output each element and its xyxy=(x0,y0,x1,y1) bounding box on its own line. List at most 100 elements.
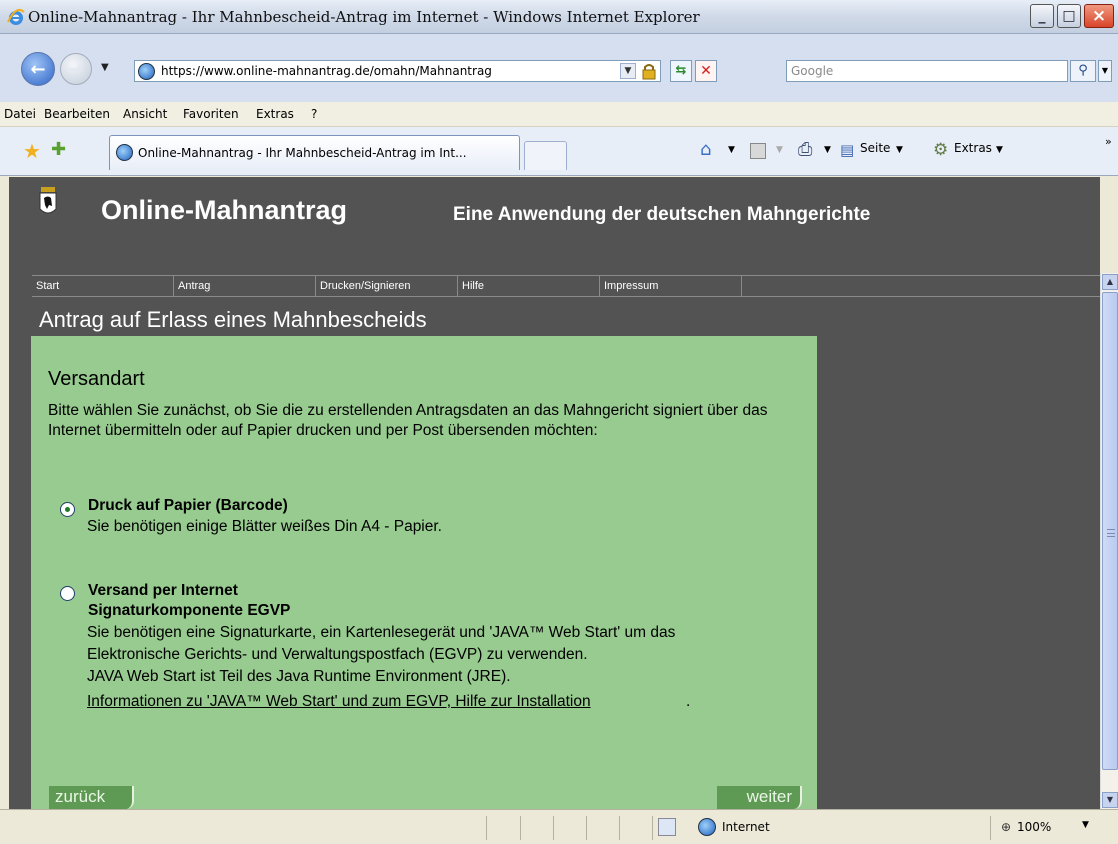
feeds-icon[interactable] xyxy=(750,143,766,159)
refresh-button[interactable]: ⇆ xyxy=(670,60,692,82)
tab-site-icon xyxy=(116,144,133,161)
window-frame-left xyxy=(0,177,9,809)
page-dropdown-icon[interactable]: ▼ xyxy=(896,145,903,155)
print-icon[interactable]: ⎙ xyxy=(798,139,812,160)
scroll-grip-icon xyxy=(1107,529,1115,537)
command-bar: ⌂ ▼ ▼ ⎙ ▼ ▤ Seite ▼ ⚙ Extras ▼ » xyxy=(700,135,1112,163)
search-icon: ⚲ xyxy=(1078,63,1088,78)
link-suffix: . xyxy=(686,693,691,710)
status-divider xyxy=(553,816,554,840)
status-bar: Internet ⊕ 100% ▼ xyxy=(0,809,1118,844)
site-title: Online-Mahnantrag xyxy=(101,195,348,225)
maximize-button[interactable]: □ xyxy=(1057,4,1081,28)
stop-button[interactable]: ✕ xyxy=(695,60,717,82)
status-divider xyxy=(619,816,620,840)
page-heading: Antrag auf Erlass eines Mahnbescheids xyxy=(39,307,427,332)
menu-help[interactable]: ? xyxy=(311,107,317,121)
new-tab-button[interactable] xyxy=(524,141,567,170)
menu-bar: Datei Bearbeiten Ansicht Favoriten Extra… xyxy=(0,102,1118,127)
home-icon[interactable]: ⌂ xyxy=(700,139,711,160)
lock-icon[interactable] xyxy=(640,63,658,80)
protected-mode-icon[interactable] xyxy=(658,818,676,836)
recent-pages-dropdown[interactable]: ▼ xyxy=(101,62,109,73)
url-field[interactable]: https://www.online-mahnantrag.de/omahn/M… xyxy=(134,60,661,82)
scroll-down-icon[interactable]: ▼ xyxy=(1102,792,1118,808)
refresh-icon: ⇆ xyxy=(675,63,687,78)
vertical-scrollbar[interactable]: ▲ ▼ xyxy=(1100,273,1118,809)
zoom-dropdown-icon[interactable]: ▼ xyxy=(1082,820,1089,830)
address-toolbar: ← → ▼ https://www.online-mahnantrag.de/o… xyxy=(0,34,1118,102)
security-zone-label[interactable]: Internet xyxy=(722,820,770,834)
title-bar: Online-Mahnantrag - Ihr Mahnbescheid-Ant… xyxy=(0,0,1118,34)
print-dropdown-icon[interactable]: ▼ xyxy=(824,145,831,155)
tab-online-mahnantrag[interactable]: Online-Mahnantrag - Ihr Mahnbescheid-Ant… xyxy=(109,135,520,170)
nav-impressum[interactable]: Impressum xyxy=(600,276,742,296)
next-button-weiter[interactable]: weiter xyxy=(717,786,802,809)
forward-arrow-icon: → xyxy=(68,58,84,80)
tools-dropdown-icon[interactable]: ▼ xyxy=(996,145,1003,155)
ie-logo-icon xyxy=(7,9,25,25)
status-divider xyxy=(520,816,521,840)
menu-datei[interactable]: Datei xyxy=(4,107,36,121)
nav-hilfe[interactable]: Hilfe xyxy=(458,276,600,296)
tools-menu-button[interactable]: Extras xyxy=(954,141,992,155)
search-placeholder: Google xyxy=(791,64,834,78)
minimize-icon: _ xyxy=(1038,8,1046,24)
close-button[interactable]: × xyxy=(1084,4,1114,28)
zoom-level[interactable]: 100% xyxy=(1017,820,1051,834)
tab-label: Online-Mahnantrag - Ihr Mahnbescheid-Ant… xyxy=(138,146,467,160)
add-favorites-icon[interactable]: ✚ xyxy=(51,139,66,160)
option-papier-title[interactable]: Druck auf Papier (Barcode) xyxy=(88,497,288,515)
more-chevron-icon[interactable]: » xyxy=(1105,135,1112,148)
search-options-dropdown[interactable]: ▼ xyxy=(1098,60,1112,82)
forward-button[interactable]: → xyxy=(60,53,92,85)
minimize-button[interactable]: _ xyxy=(1030,4,1054,28)
page-icon: ▤ xyxy=(840,141,855,159)
page-menu-button[interactable]: Seite xyxy=(860,141,890,155)
menu-favoriten[interactable]: Favoriten xyxy=(183,107,239,121)
tools-gear-icon: ⚙ xyxy=(933,140,949,160)
scroll-up-icon[interactable]: ▲ xyxy=(1102,274,1118,290)
menu-extras[interactable]: Extras xyxy=(256,107,294,121)
browser-window: Online-Mahnantrag - Ihr Mahnbescheid-Ant… xyxy=(0,0,1118,844)
status-divider xyxy=(652,816,653,840)
home-dropdown-icon[interactable]: ▼ xyxy=(728,145,735,155)
menu-ansicht[interactable]: Ansicht xyxy=(123,107,167,121)
favorites-star-icon[interactable]: ★ xyxy=(23,139,41,163)
radio-druck-auf-papier[interactable] xyxy=(60,502,75,517)
page-content: Online-Mahnantrag Eine Anwendung der deu… xyxy=(9,177,1100,809)
zoom-icon[interactable]: ⊕ xyxy=(1001,820,1011,834)
nav-antrag[interactable]: Antrag xyxy=(174,276,316,296)
maximize-icon: □ xyxy=(1062,8,1076,24)
option-internet-line-3: JAVA Web Start ist Teil des Java Runtime… xyxy=(87,668,511,685)
versandart-form-panel: Versandart Bitte wählen Sie zunächst, ob… xyxy=(31,336,817,809)
back-button-zurueck[interactable]: zurück xyxy=(49,786,134,809)
stop-icon: ✕ xyxy=(700,63,712,79)
scroll-thumb[interactable] xyxy=(1102,292,1118,770)
berlin-bear-logo-icon xyxy=(39,187,57,214)
url-text[interactable]: https://www.online-mahnantrag.de/omahn/M… xyxy=(161,64,492,78)
nav-start[interactable]: Start xyxy=(32,276,174,296)
section-title: Versandart xyxy=(48,368,145,390)
radio-versand-per-internet[interactable] xyxy=(60,586,75,601)
option-internet-line-2: Elektronische Gerichts- und Verwaltungsp… xyxy=(87,646,588,663)
status-divider xyxy=(586,816,587,840)
back-arrow-icon: ← xyxy=(30,58,46,80)
nav-drucken-signieren[interactable]: Drucken/Signieren xyxy=(316,276,458,296)
site-globe-icon xyxy=(138,63,155,80)
search-button[interactable]: ⚲ xyxy=(1070,60,1096,82)
back-button[interactable]: ← xyxy=(21,52,55,86)
option-internet-title[interactable]: Versand per Internet xyxy=(88,582,238,600)
url-dropdown-icon[interactable]: ▼ xyxy=(620,63,636,79)
search-input[interactable]: Google xyxy=(786,60,1068,82)
close-icon: × xyxy=(1091,6,1107,26)
internet-zone-icon xyxy=(698,818,716,836)
menu-bearbeiten[interactable]: Bearbeiten xyxy=(44,107,110,121)
feeds-dropdown-icon: ▼ xyxy=(776,145,783,155)
intro-text: Bitte wählen Sie zunächst, ob Sie die zu… xyxy=(48,402,768,439)
java-egvp-info-link[interactable]: Informationen zu 'JAVA™ Web Start' und z… xyxy=(87,693,591,711)
option-papier-desc: Sie benötigen einige Blätter weißes Din … xyxy=(87,518,442,535)
site-navigation: Start Antrag Drucken/Signieren Hilfe Imp… xyxy=(32,275,1100,297)
window-title: Online-Mahnantrag - Ihr Mahnbescheid-Ant… xyxy=(28,8,700,26)
status-divider xyxy=(486,816,487,840)
